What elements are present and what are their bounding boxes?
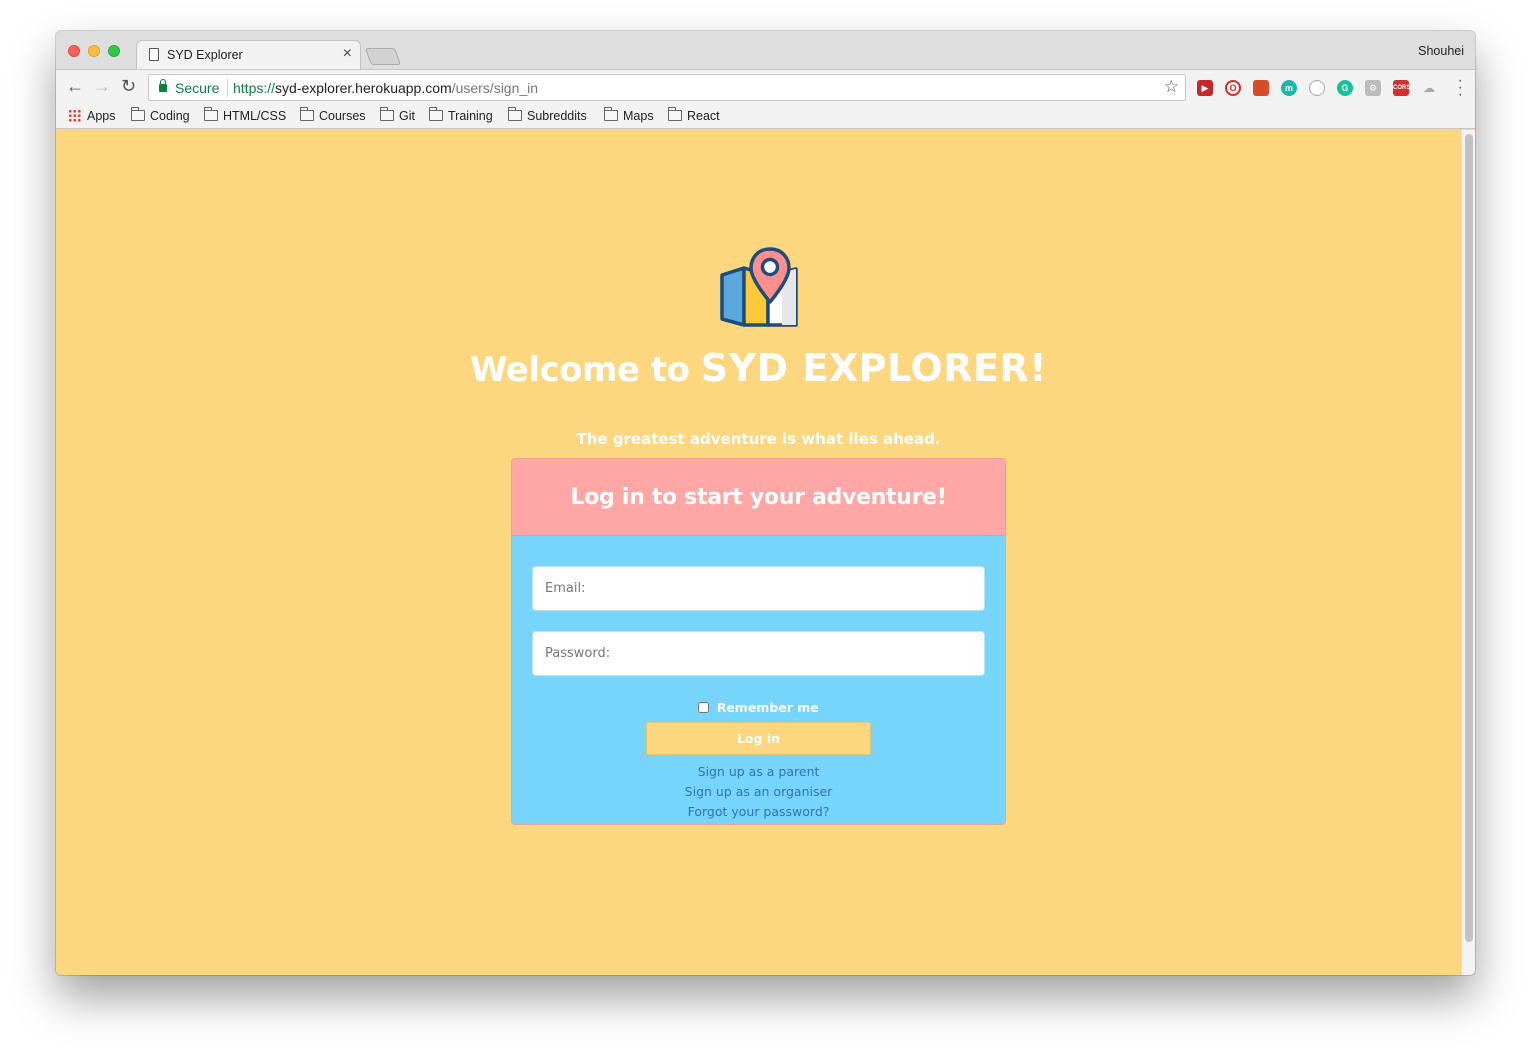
forgot-password-link[interactable]: Forgot your password? (512, 804, 1005, 819)
apps-grid-icon (68, 109, 81, 122)
password-field[interactable] (532, 631, 985, 676)
opera-icon[interactable]: O (1225, 80, 1241, 96)
login-button[interactable]: Log in (646, 722, 871, 755)
folder-icon (300, 107, 314, 121)
remember-me-row: Remember me (512, 699, 1005, 717)
brand-name: SYD EXPLORER! (700, 346, 1048, 390)
bookmark-label: Subreddits (527, 109, 587, 123)
book-icon[interactable] (1253, 80, 1269, 96)
signup-parent-link[interactable]: Sign up as a parent (512, 764, 1005, 779)
grammarly-icon[interactable]: G (1337, 80, 1353, 96)
bookmark-label: Training (448, 109, 493, 123)
login-card-title: Log in to start your adventure! (570, 485, 947, 510)
new-tab-button[interactable] (364, 48, 402, 65)
bookmark-react[interactable]: React (668, 107, 720, 123)
login-form: Remember me Log in Sign up as a parent S… (512, 536, 1005, 824)
maximize-window-button[interactable] (108, 45, 120, 57)
bookmark-label: Apps (87, 109, 116, 123)
gear-ext-icon[interactable]: ⚙ (1365, 80, 1381, 96)
back-arrow-icon[interactable]: ← (66, 76, 84, 97)
tab-close-icon[interactable]: × (343, 45, 352, 63)
reload-icon[interactable]: ↻ (121, 76, 136, 97)
login-card: Log in to start your adventure! Remember… (511, 458, 1006, 825)
minimize-window-button[interactable] (88, 45, 100, 57)
tagline: The greatest adventure is what lies ahea… (576, 430, 941, 448)
url-scheme: https:// (233, 80, 276, 96)
folder-icon (668, 107, 682, 121)
bookmark-coding[interactable]: Coding (131, 107, 190, 123)
remember-me-label[interactable]: Remember me (717, 700, 819, 715)
divider (227, 79, 228, 97)
bookmark-training[interactable]: Training (429, 107, 493, 123)
signup-organiser-link[interactable]: Sign up as an organiser (512, 784, 1005, 799)
bookmark-subreddits[interactable]: Subreddits (508, 107, 587, 123)
folder-icon (380, 107, 394, 121)
profile-name[interactable]: Shouhei (1418, 44, 1464, 58)
bookmark-star-icon[interactable]: ☆ (1164, 77, 1179, 97)
page-viewport: Welcome to SYD EXPLORER! The greatest ad… (56, 130, 1461, 975)
menu-dots-icon[interactable]: · · · (1458, 73, 1463, 103)
cors-icon[interactable]: CORS (1393, 80, 1410, 96)
scrollbar-thumb[interactable] (1465, 134, 1473, 942)
bookmark-label: Courses (319, 109, 366, 123)
bookmark-git[interactable]: Git (380, 107, 415, 123)
bookmark-html-css[interactable]: HTML/CSS (204, 107, 287, 123)
folder-icon (131, 107, 145, 121)
welcome-prefix: Welcome to (469, 350, 701, 390)
bookmark-courses[interactable]: Courses (300, 107, 366, 123)
address-bar[interactable]: Secure https://syd-explorer.herokuapp.co… (148, 74, 1186, 101)
secure-label: Secure (175, 80, 220, 96)
bookmark-label: Maps (623, 109, 654, 123)
lock-icon (159, 79, 167, 92)
vertical-scrollbar[interactable] (1461, 130, 1475, 975)
email-field[interactable] (532, 566, 985, 611)
url-path: /users/sign_in (451, 80, 539, 96)
page-icon (149, 48, 159, 61)
cloud-icon[interactable]: ☁ (1421, 80, 1437, 96)
circle-icon[interactable] (1309, 80, 1325, 96)
bookmark-label: HTML/CSS (223, 109, 287, 123)
forward-arrow-icon[interactable]: → (93, 76, 111, 97)
welcome-heading: Welcome to SYD EXPLORER! (56, 346, 1461, 390)
bookmark-label: React (687, 109, 720, 123)
tab-bar: SYD Explorer × Shouhei (56, 31, 1475, 70)
tab-syd-explorer[interactable]: SYD Explorer × (136, 40, 361, 70)
folder-icon (508, 107, 522, 121)
folder-icon (204, 107, 218, 121)
tab-title: SYD Explorer (167, 48, 243, 62)
close-window-button[interactable] (68, 45, 80, 57)
bookmark-label: Coding (150, 109, 190, 123)
bookmarks-bar: Apps Coding HTML/CSS Courses Git Trainin… (56, 105, 1475, 129)
remember-me-checkbox[interactable] (698, 702, 710, 713)
bookmark-apps[interactable]: Apps (68, 109, 116, 123)
browser-toolbar: ← → ↻ Secure https://syd-explorer.heroku… (56, 69, 1475, 105)
bookmark-maps[interactable]: Maps (604, 107, 654, 123)
folder-icon (604, 107, 618, 121)
folder-icon (429, 107, 443, 121)
url-text[interactable]: https://syd-explorer.herokuapp.com/users… (233, 80, 538, 96)
pushbullet-icon[interactable]: ▶ (1197, 80, 1213, 96)
m-icon[interactable]: m (1281, 80, 1297, 96)
bookmark-label: Git (399, 109, 415, 123)
login-card-header: Log in to start your adventure! (512, 459, 1005, 536)
browser-window: SYD Explorer × Shouhei ← → ↻ Secure http… (56, 31, 1475, 975)
map-pin-logo-icon (720, 247, 798, 327)
url-host: syd-explorer.herokuapp.com (275, 80, 452, 96)
